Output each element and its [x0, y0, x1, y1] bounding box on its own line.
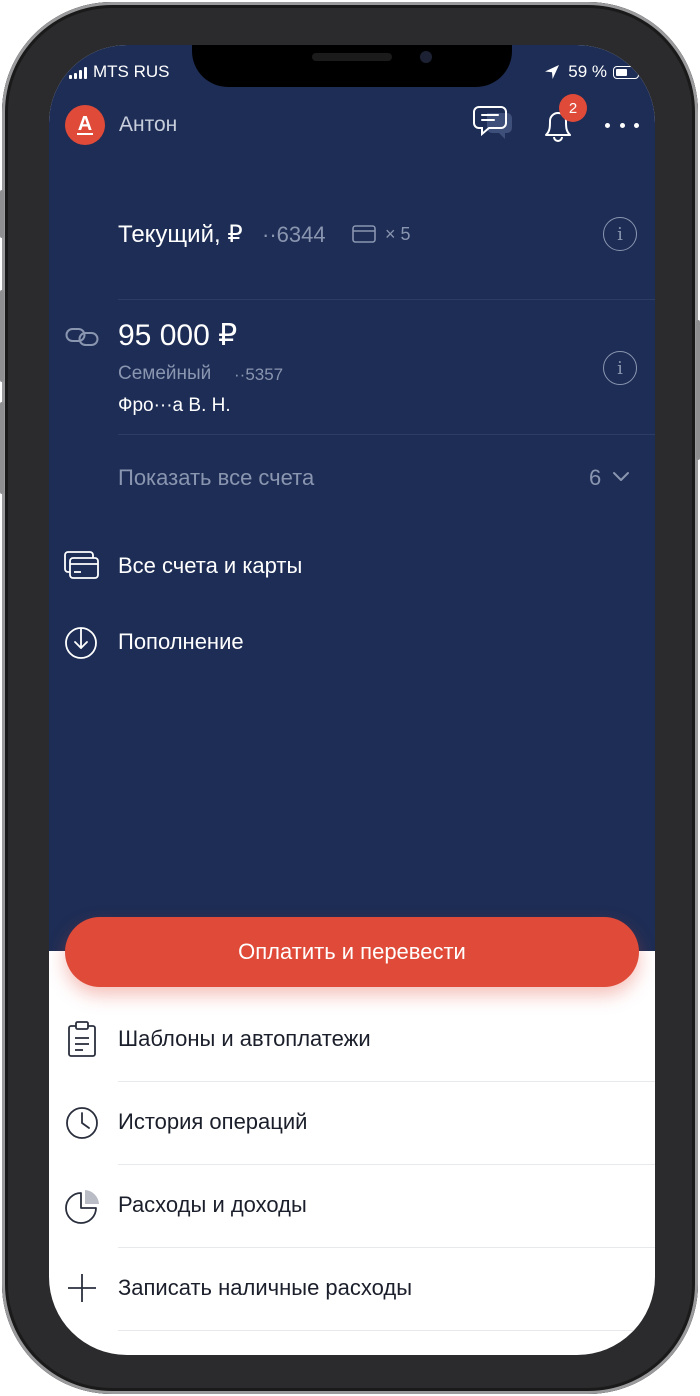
carrier-name: MTS RUS: [93, 62, 170, 81]
status-bar-left: MTS RUS: [69, 59, 170, 85]
signal-icon: [69, 66, 87, 79]
notch: [192, 45, 512, 87]
account-number: ··5357: [234, 365, 284, 384]
menu-item-label: Все счета и карты: [118, 553, 303, 578]
menu-item-label: Пополнение: [118, 629, 244, 654]
plus-icon: [68, 1274, 96, 1302]
show-all-accounts-link[interactable]: Показать все счета: [118, 465, 314, 491]
cards-icon: [64, 551, 99, 579]
link-icon: [65, 328, 99, 346]
menu-item-templates[interactable]: Шаблоны и автоплатежи: [49, 1000, 655, 1082]
location-arrow-icon: [545, 65, 560, 79]
battery-icon: [613, 65, 642, 79]
menu-item-label: Шаблоны и автоплатежи: [118, 1026, 371, 1051]
user-name[interactable]: Антон: [119, 113, 177, 137]
divider: [118, 1247, 655, 1248]
menu-item-all-accounts[interactable]: Все счета и карты: [49, 545, 655, 589]
menu-item-history[interactable]: История операций: [49, 1083, 655, 1165]
pay-and-transfer-button[interactable]: Оплатить и перевести: [65, 917, 639, 987]
chat-icon[interactable]: [473, 105, 513, 143]
divider: [118, 1081, 655, 1082]
account-balance[interactable]: 95 000 ₽: [118, 318, 237, 353]
volume-up-button: [0, 290, 4, 382]
divider: [118, 1164, 655, 1165]
account-number: ··6344: [262, 222, 326, 247]
power-button: [696, 320, 700, 460]
battery-percent: 59 %: [568, 62, 607, 81]
avatar[interactable]: А: [65, 105, 105, 145]
menu-item-cash-expenses[interactable]: Записать наличные расходы: [49, 1249, 655, 1331]
phone-screen: MTS RUS 59 % А Антон 2 Текущий, ₽ ··6344…: [49, 45, 655, 1355]
card-icon: [352, 225, 376, 243]
cards-count: × 5: [385, 224, 411, 244]
menu-item-top-up[interactable]: Пополнение: [49, 621, 655, 665]
menu-item-label: Расходы и доходы: [118, 1192, 307, 1217]
account-title[interactable]: Текущий, ₽: [118, 220, 243, 249]
accounts-count: 6: [589, 465, 602, 490]
menu-item-label: Записать наличные расходы: [118, 1275, 413, 1300]
phone-frame: MTS RUS 59 % А Антон 2 Текущий, ₽ ··6344…: [0, 2, 700, 1394]
download-circle-icon: [65, 627, 97, 659]
menu-item-label: История операций: [118, 1109, 308, 1134]
mute-switch: [0, 190, 4, 238]
info-icon[interactable]: i: [603, 351, 637, 385]
menu-item-expenses-income[interactable]: Расходы и доходы: [49, 1166, 655, 1248]
account-name: Семейный: [118, 363, 212, 384]
notification-badge: 2: [559, 94, 587, 122]
account-owner: Фро···а В. Н.: [118, 395, 231, 416]
divider: [118, 434, 655, 435]
divider: [118, 1330, 655, 1331]
more-icon[interactable]: [605, 115, 639, 135]
clock-icon: [66, 1107, 98, 1139]
status-bar-right: 59 %: [544, 59, 642, 85]
info-icon[interactable]: i: [603, 217, 637, 251]
clipboard-icon: [68, 1021, 96, 1057]
pie-chart-icon: [65, 1190, 99, 1224]
divider: [118, 299, 655, 300]
accounts-panel: MTS RUS 59 % А Антон 2 Текущий, ₽ ··6344…: [49, 45, 655, 951]
chevron-down-icon[interactable]: [612, 470, 630, 484]
volume-down-button: [0, 402, 4, 494]
